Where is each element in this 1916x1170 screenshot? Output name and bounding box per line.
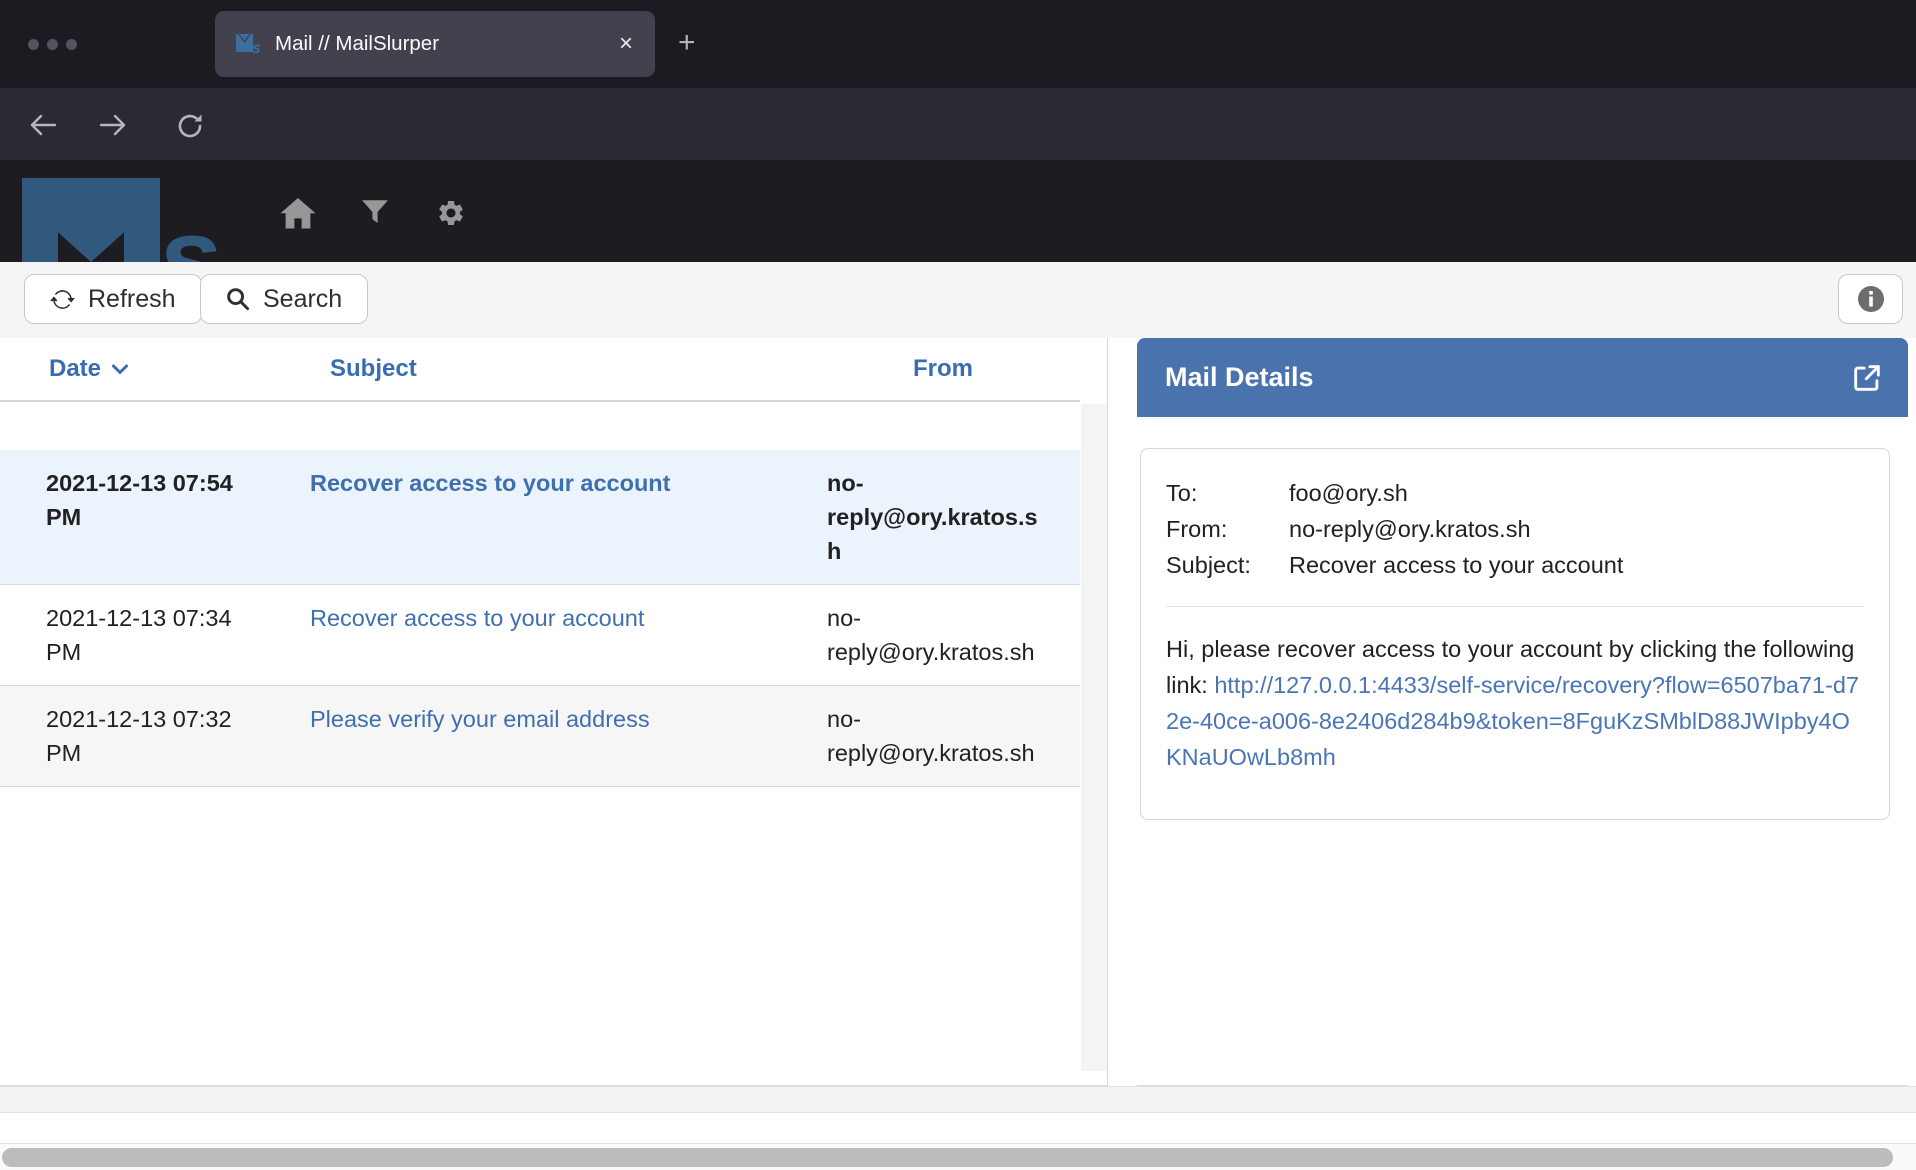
screen: s Mail // MailSlurper × + — [0, 0, 1916, 1170]
info-icon — [1857, 285, 1885, 313]
refresh-icon — [50, 287, 75, 312]
mail-list-body: 2021-12-13 07:54 PM Recover access to yo… — [0, 450, 1080, 787]
search-button[interactable]: Search — [200, 274, 368, 324]
svg-text:s: s — [252, 40, 261, 57]
search-button-label: Search — [263, 285, 342, 314]
subject-label: Subject: — [1166, 547, 1289, 583]
bottom-gray-band — [0, 1086, 1916, 1113]
window-controls — [28, 39, 77, 50]
mail-details-title: Mail Details — [1165, 362, 1850, 393]
bottom-white-band — [0, 1113, 1916, 1143]
horizontal-scrollbar-thumb[interactable] — [2, 1148, 1893, 1167]
mail-details-card: To:foo@ory.sh From:no-reply@ory.kratos.s… — [1140, 448, 1890, 820]
window-dot — [28, 39, 39, 50]
mail-row-from: no-reply@ory.kratos.sh — [806, 686, 1080, 786]
mail-row-from: no-reply@ory.kratos.sh — [806, 585, 1080, 685]
mail-row-date: 2021-12-13 07:34 PM — [0, 585, 280, 685]
window-dot — [66, 39, 77, 50]
window-dot — [47, 39, 58, 50]
browser-navbar: 127.0.0.1:4436/# 90% » — [0, 88, 1916, 160]
mail-body: Hi, please recover access to your accoun… — [1166, 631, 1864, 775]
browser-tab[interactable]: s Mail // MailSlurper × — [215, 11, 655, 77]
mail-row[interactable]: 2021-12-13 07:34 PM Recover access to yo… — [0, 585, 1080, 686]
mail-details-panel: Mail Details To:foo@ory.sh From:no-reply… — [1137, 338, 1908, 1086]
mailslurper-logo-icon: s — [18, 168, 268, 262]
gear-icon[interactable] — [436, 198, 466, 228]
mail-details-header: Mail Details — [1137, 338, 1908, 417]
external-link-icon[interactable] — [1850, 361, 1884, 395]
mail-list-panel: Date Subject From 2021-12-13 07:54 PM Re… — [0, 338, 1108, 1086]
reload-icon[interactable] — [176, 112, 206, 138]
mail-list-header: Date Subject From — [0, 338, 1080, 402]
search-icon — [226, 287, 250, 311]
subject-value: Recover access to your account — [1289, 547, 1623, 583]
tab-title: Mail // MailSlurper — [275, 32, 617, 56]
app-header: s — [0, 160, 1916, 262]
mail-row[interactable]: 2021-12-13 07:54 PM Recover access to yo… — [0, 450, 1080, 585]
info-button[interactable] — [1838, 274, 1903, 324]
horizontal-scrollbar[interactable] — [0, 1143, 1916, 1170]
mail-list-vertical-scrollbar[interactable] — [1081, 404, 1107, 1071]
filter-icon[interactable] — [362, 200, 388, 224]
new-tab-button[interactable]: + — [678, 28, 696, 58]
mail-row-subject-link[interactable]: Recover access to your account — [310, 470, 671, 496]
mail-row-date: 2021-12-13 07:32 PM — [0, 686, 280, 786]
refresh-button-label: Refresh — [88, 285, 176, 314]
mail-row-from: no-reply@ory.kratos.sh — [806, 450, 1080, 584]
refresh-button[interactable]: Refresh — [24, 274, 202, 324]
column-header-from: From — [806, 355, 1080, 383]
from-value: no-reply@ory.kratos.sh — [1289, 511, 1531, 547]
back-icon[interactable] — [28, 112, 58, 138]
divider — [1166, 606, 1864, 607]
favicon-mailslurper-icon: s — [235, 31, 261, 57]
mail-row-subject-link[interactable]: Please verify your email address — [310, 706, 650, 732]
mail-row-date: 2021-12-13 07:54 PM — [0, 450, 280, 584]
column-header-date[interactable]: Date — [0, 355, 280, 383]
svg-text:s: s — [158, 195, 220, 262]
app-toolbar: Refresh Search — [0, 262, 1916, 338]
forward-icon[interactable] — [98, 112, 128, 138]
tab-close-icon[interactable]: × — [617, 30, 635, 58]
mail-row-subject-link[interactable]: Recover access to your account — [310, 605, 644, 631]
column-header-subject: Subject — [280, 355, 806, 383]
to-value: foo@ory.sh — [1289, 475, 1408, 511]
chevron-down-icon — [111, 363, 129, 375]
to-label: To: — [1166, 475, 1289, 511]
browser-tab-bar: s Mail // MailSlurper × + — [0, 0, 1916, 88]
mail-row[interactable]: 2021-12-13 07:32 PM Please verify your e… — [0, 686, 1080, 787]
recovery-link[interactable]: http://127.0.0.1:4433/self-service/recov… — [1166, 672, 1859, 770]
column-header-date-label: Date — [49, 355, 101, 383]
from-label: From: — [1166, 511, 1289, 547]
home-icon[interactable] — [280, 198, 316, 230]
